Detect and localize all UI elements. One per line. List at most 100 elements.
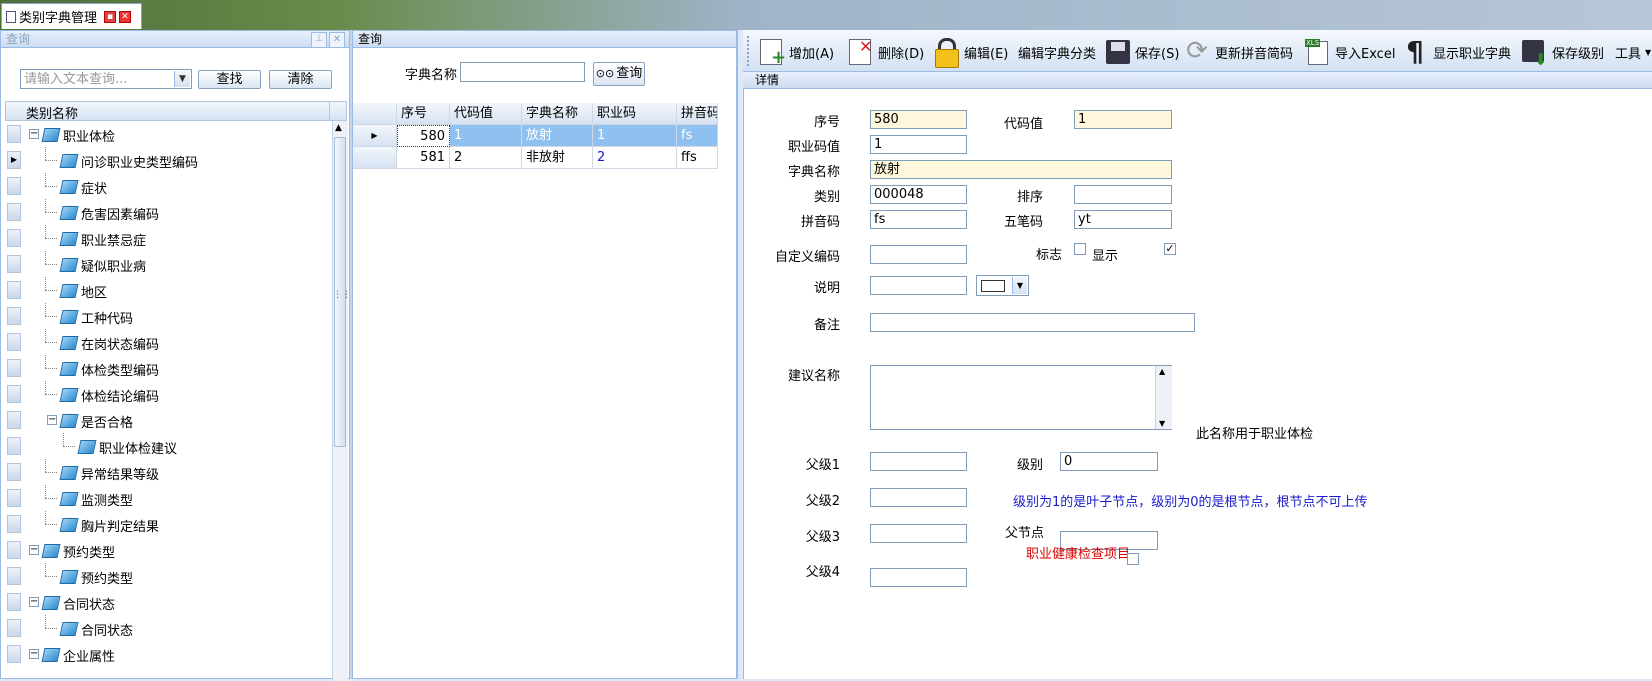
tree-node[interactable]: 监测类型: [5, 485, 331, 511]
tree-node[interactable]: 地区: [5, 277, 331, 303]
parent2-input[interactable]: [870, 488, 967, 507]
tree-node[interactable]: 工种代码: [5, 303, 331, 329]
add-button[interactable]: + 增加(A): [757, 34, 834, 70]
tree-node[interactable]: 职业禁忌症: [5, 225, 331, 251]
tree-node[interactable]: 体检类型编码: [5, 355, 331, 381]
occ-code-input[interactable]: 1: [870, 135, 967, 154]
grid-cell[interactable]: 581: [397, 147, 450, 169]
row-selector[interactable]: [7, 229, 21, 247]
tree-node[interactable]: − 合同状态: [5, 589, 331, 615]
order-input[interactable]: [1074, 185, 1172, 204]
collapse-icon[interactable]: −: [29, 545, 39, 555]
category-input[interactable]: 000048: [870, 185, 967, 204]
tree-node[interactable]: 职业体检建议: [5, 433, 331, 459]
tree-node[interactable]: 在岗状态编码: [5, 329, 331, 355]
grid-cell[interactable]: 2: [593, 147, 677, 169]
row-selector[interactable]: [7, 281, 21, 299]
document-tab[interactable]: 类别字典管理 ▪ ✕: [1, 3, 142, 29]
tree-node[interactable]: 合同状态: [5, 615, 331, 641]
row-selector[interactable]: [7, 437, 21, 455]
grid-cell[interactable]: fs: [677, 125, 718, 147]
tree-node[interactable]: 危害因素编码: [5, 199, 331, 225]
row-selector[interactable]: [7, 645, 21, 663]
flag-checkbox[interactable]: [1074, 243, 1086, 255]
grid-column-header[interactable]: 代码值: [450, 103, 522, 125]
grid-cell[interactable]: ffs: [677, 147, 718, 169]
category-search-input[interactable]: 请输入文本查询... ▼: [20, 69, 192, 89]
grid-cell[interactable]: 580: [397, 125, 450, 147]
desc-input[interactable]: [870, 276, 967, 295]
row-selector[interactable]: [7, 593, 21, 611]
pin-icon[interactable]: ⊥: [311, 32, 327, 48]
edit-button[interactable]: 编辑(E): [932, 34, 1008, 70]
row-selector[interactable]: [7, 177, 21, 195]
row-selector[interactable]: [7, 411, 21, 429]
dict-name-input[interactable]: [460, 62, 585, 82]
display-checkbox[interactable]: ✓: [1164, 243, 1176, 255]
tree-node[interactable]: − 预约类型: [5, 537, 331, 563]
import-excel-button[interactable]: XLS 导入Excel: [1303, 34, 1395, 70]
tree-node[interactable]: ▶ 问诊职业史类型编码: [5, 147, 331, 173]
row-selector[interactable]: [7, 489, 21, 507]
collapse-icon[interactable]: −: [29, 597, 39, 607]
tab-pin-icon[interactable]: ▪: [104, 10, 117, 23]
occ-health-item-checkbox[interactable]: [1127, 553, 1139, 565]
row-selector[interactable]: [353, 147, 397, 169]
grid-cell[interactable]: 2: [450, 147, 522, 169]
tree-node[interactable]: 预约类型: [5, 563, 331, 589]
tree-node[interactable]: 胸片判定结果: [5, 511, 331, 537]
grid-cell[interactable]: 1: [450, 125, 522, 147]
delete-button[interactable]: ✕ 删除(D): [846, 34, 924, 70]
find-button[interactable]: 查找: [198, 70, 261, 89]
row-selector[interactable]: [7, 385, 21, 403]
row-selector[interactable]: [7, 255, 21, 273]
grid-column-header[interactable]: 职业码: [593, 103, 677, 125]
parent1-input[interactable]: [870, 452, 967, 471]
edit-category-button[interactable]: 编辑字典分类: [1018, 34, 1096, 70]
collapse-icon[interactable]: −: [29, 129, 39, 139]
row-selector[interactable]: [7, 125, 21, 143]
tab-close-icon[interactable]: ✕: [119, 10, 132, 23]
dict-name-field-input[interactable]: 放射: [870, 160, 1172, 179]
remark-input[interactable]: [870, 313, 1195, 332]
level-input[interactable]: 0: [1060, 452, 1158, 471]
scroll-up-icon[interactable]: ▲: [1159, 367, 1165, 376]
suggest-scrollbar[interactable]: ▲ ▼: [1155, 366, 1172, 429]
suggest-name-textarea[interactable]: [870, 365, 1172, 430]
custom-code-input[interactable]: [870, 245, 967, 264]
seq-input[interactable]: 580: [870, 110, 967, 129]
row-selector[interactable]: [7, 515, 21, 533]
grid-cell[interactable]: 非放射: [522, 147, 593, 169]
row-selector[interactable]: ▶: [353, 125, 397, 147]
close-panel-icon[interactable]: ✕: [329, 32, 345, 48]
tree-node[interactable]: − 是否合格: [5, 407, 331, 433]
save-button[interactable]: 保存(S): [1103, 34, 1179, 70]
pinyin-input[interactable]: fs: [870, 210, 967, 229]
tree-node[interactable]: 体检结论编码: [5, 381, 331, 407]
show-occ-dict-button[interactable]: ¶ 显示职业字典: [1401, 34, 1511, 70]
chevron-down-icon[interactable]: ▼: [174, 71, 190, 87]
tree-node[interactable]: 症状: [5, 173, 331, 199]
splitter-grip-icon[interactable]: ⋮⋮: [333, 290, 351, 300]
tree-node[interactable]: − 职业体检: [5, 121, 331, 147]
tree-node[interactable]: 疑似职业病: [5, 251, 331, 277]
row-selector[interactable]: [7, 359, 21, 377]
query-button[interactable]: ⊙⊙ 查询: [593, 62, 645, 86]
clear-button[interactable]: 清除: [269, 70, 332, 89]
parent4-input[interactable]: [870, 568, 967, 587]
tree-node[interactable]: 异常结果等级: [5, 459, 331, 485]
row-selector[interactable]: ▶: [7, 151, 21, 169]
collapse-icon[interactable]: −: [29, 649, 39, 659]
chevron-down-icon[interactable]: ▼: [1012, 277, 1027, 294]
row-selector[interactable]: [7, 333, 21, 351]
grid-column-header[interactable]: 拼音码: [677, 103, 718, 125]
code-value-input[interactable]: 1: [1074, 110, 1172, 129]
tools-menu[interactable]: 工具 ▼: [1615, 34, 1651, 70]
grid-cell[interactable]: 1: [593, 125, 677, 147]
row-selector[interactable]: [7, 307, 21, 325]
tree-node[interactable]: − 企业属性: [5, 641, 331, 667]
color-picker[interactable]: ▼: [976, 275, 1029, 296]
row-selector[interactable]: [7, 567, 21, 585]
wubi-input[interactable]: yt: [1074, 210, 1172, 229]
scroll-up-icon[interactable]: ▲: [335, 123, 342, 133]
